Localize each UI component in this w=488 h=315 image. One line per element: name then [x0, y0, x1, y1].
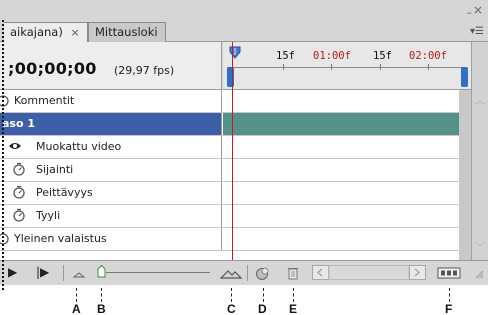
callout-line	[263, 288, 264, 302]
playhead-icon[interactable]	[228, 46, 242, 60]
callout-label: A	[72, 302, 81, 315]
frame-rate: (29,97 fps)	[114, 64, 175, 77]
callout-label: F	[445, 302, 453, 315]
callout-line	[76, 288, 77, 302]
track-row[interactable]: Kommentit	[0, 90, 471, 113]
bottom-toolbar: ▶ |▶	[0, 260, 488, 285]
toolbar-divider	[63, 265, 64, 281]
track-label-cell[interactable]: Peittävyys	[0, 182, 222, 204]
tab-bar: aikajana) × Mittausloki – × ▾☰	[0, 0, 488, 43]
zoom-slider-thumb[interactable]	[97, 265, 106, 278]
track-list: Kommentit aso 1 Muokattu video Sijainti	[0, 90, 471, 260]
track-timeline[interactable]	[223, 159, 471, 181]
trash-icon[interactable]	[286, 265, 300, 281]
stopwatch-icon[interactable]	[12, 208, 26, 222]
panel-menu-icon[interactable]: ▾☰	[470, 26, 484, 37]
horizontal-scrollbar[interactable]	[312, 265, 427, 280]
track-label-cell[interactable]: aso 1	[0, 113, 222, 135]
callout-label: E	[289, 302, 298, 315]
track-row[interactable]: Muokattu video	[0, 136, 471, 159]
track-label: Muokattu video	[36, 140, 122, 153]
layer-duration-bar[interactable]	[223, 113, 471, 135]
tab-label: aikajana)	[10, 25, 63, 39]
close-icon[interactable]: ×	[473, 3, 483, 17]
tab-close-icon[interactable]: ×	[70, 26, 79, 39]
resize-grip-icon[interactable]	[474, 269, 484, 279]
track-label: Yleinen valaistus	[14, 232, 107, 245]
tab-measurement-log[interactable]: Mittausloki	[88, 22, 166, 42]
callout-line	[293, 288, 294, 302]
tab-label: Mittausloki	[95, 25, 158, 39]
track-label: Sijainti	[36, 163, 74, 176]
vertical-scrollbar[interactable]: ︿ ﹀	[471, 42, 488, 260]
callout-label: C	[227, 302, 236, 315]
callout-label: D	[258, 302, 267, 315]
stopwatch-icon[interactable]	[12, 185, 26, 199]
track-row[interactable]: Tyyli	[0, 205, 471, 228]
track-row[interactable]: Yleinen valaistus	[0, 228, 471, 251]
work-area-end-handle[interactable]	[461, 67, 468, 87]
ruler-label: 01:00f	[313, 50, 351, 62]
track-label-cell[interactable]: Sijainti	[0, 159, 222, 181]
track-label: Kommentit	[14, 94, 75, 107]
animation-timeline-panel: aikajana) × Mittausloki – × ▾☰ ;00;00;00…	[0, 0, 488, 290]
zoom-out-mountain-icon[interactable]	[72, 265, 86, 281]
track-label: Tyyli	[36, 209, 61, 222]
zoom-in-mountain-icon[interactable]	[220, 265, 242, 281]
play-button[interactable]: ▶	[8, 265, 17, 281]
callout-line	[449, 288, 450, 302]
minimize-icon[interactable]: –	[467, 6, 473, 19]
convert-to-frame-animation-icon[interactable]	[437, 265, 461, 281]
track-timeline[interactable]	[223, 228, 471, 250]
track-row[interactable]: aso 1	[0, 113, 471, 136]
onion-skin-icon[interactable]	[254, 265, 272, 281]
time-ruler[interactable]: 15f 01:00f 15f 02:00f	[223, 42, 471, 90]
panel-left-edge	[2, 20, 4, 290]
ruler-label: 15f	[373, 50, 392, 62]
scroll-down-icon[interactable]: ﹀	[474, 243, 486, 255]
track-timeline[interactable]	[223, 182, 471, 204]
track-label: aso 1	[2, 117, 36, 130]
ruler-label: 02:00f	[409, 50, 447, 62]
track-label-cell[interactable]: Tyyli	[0, 205, 222, 227]
next-frame-button[interactable]: |▶	[36, 265, 49, 281]
callout-line	[101, 288, 102, 302]
track-label-cell[interactable]: Muokattu video	[0, 136, 222, 158]
track-timeline[interactable]	[223, 205, 471, 227]
zoom-slider-track[interactable]	[106, 272, 210, 273]
work-area-bar[interactable]	[227, 67, 467, 87]
current-time-indicator[interactable]	[232, 42, 233, 260]
eye-icon[interactable]	[8, 139, 22, 153]
ruler-label: 15f	[276, 50, 295, 62]
stopwatch-icon[interactable]	[12, 162, 26, 176]
callout-line	[231, 288, 232, 302]
track-label-cell[interactable]: Yleinen valaistus	[0, 228, 222, 250]
tab-animation-timeline[interactable]: aikajana) ×	[4, 22, 88, 43]
track-label: Peittävyys	[36, 186, 93, 199]
track-row[interactable]: Peittävyys	[0, 182, 471, 205]
current-timecode[interactable]: ;00;00;00	[8, 59, 97, 78]
track-row[interactable]: Sijainti	[0, 159, 471, 182]
timeline-end-gutter	[459, 90, 471, 260]
timecode-header: ;00;00;00 (29,97 fps)	[0, 42, 222, 90]
track-timeline[interactable]	[223, 136, 471, 158]
toolbar-divider	[247, 265, 248, 281]
callout-label: B	[97, 302, 106, 315]
track-label-cell[interactable]: Kommentit	[0, 90, 222, 112]
scroll-up-icon[interactable]: ︿	[474, 96, 486, 108]
track-timeline[interactable]	[223, 90, 471, 112]
